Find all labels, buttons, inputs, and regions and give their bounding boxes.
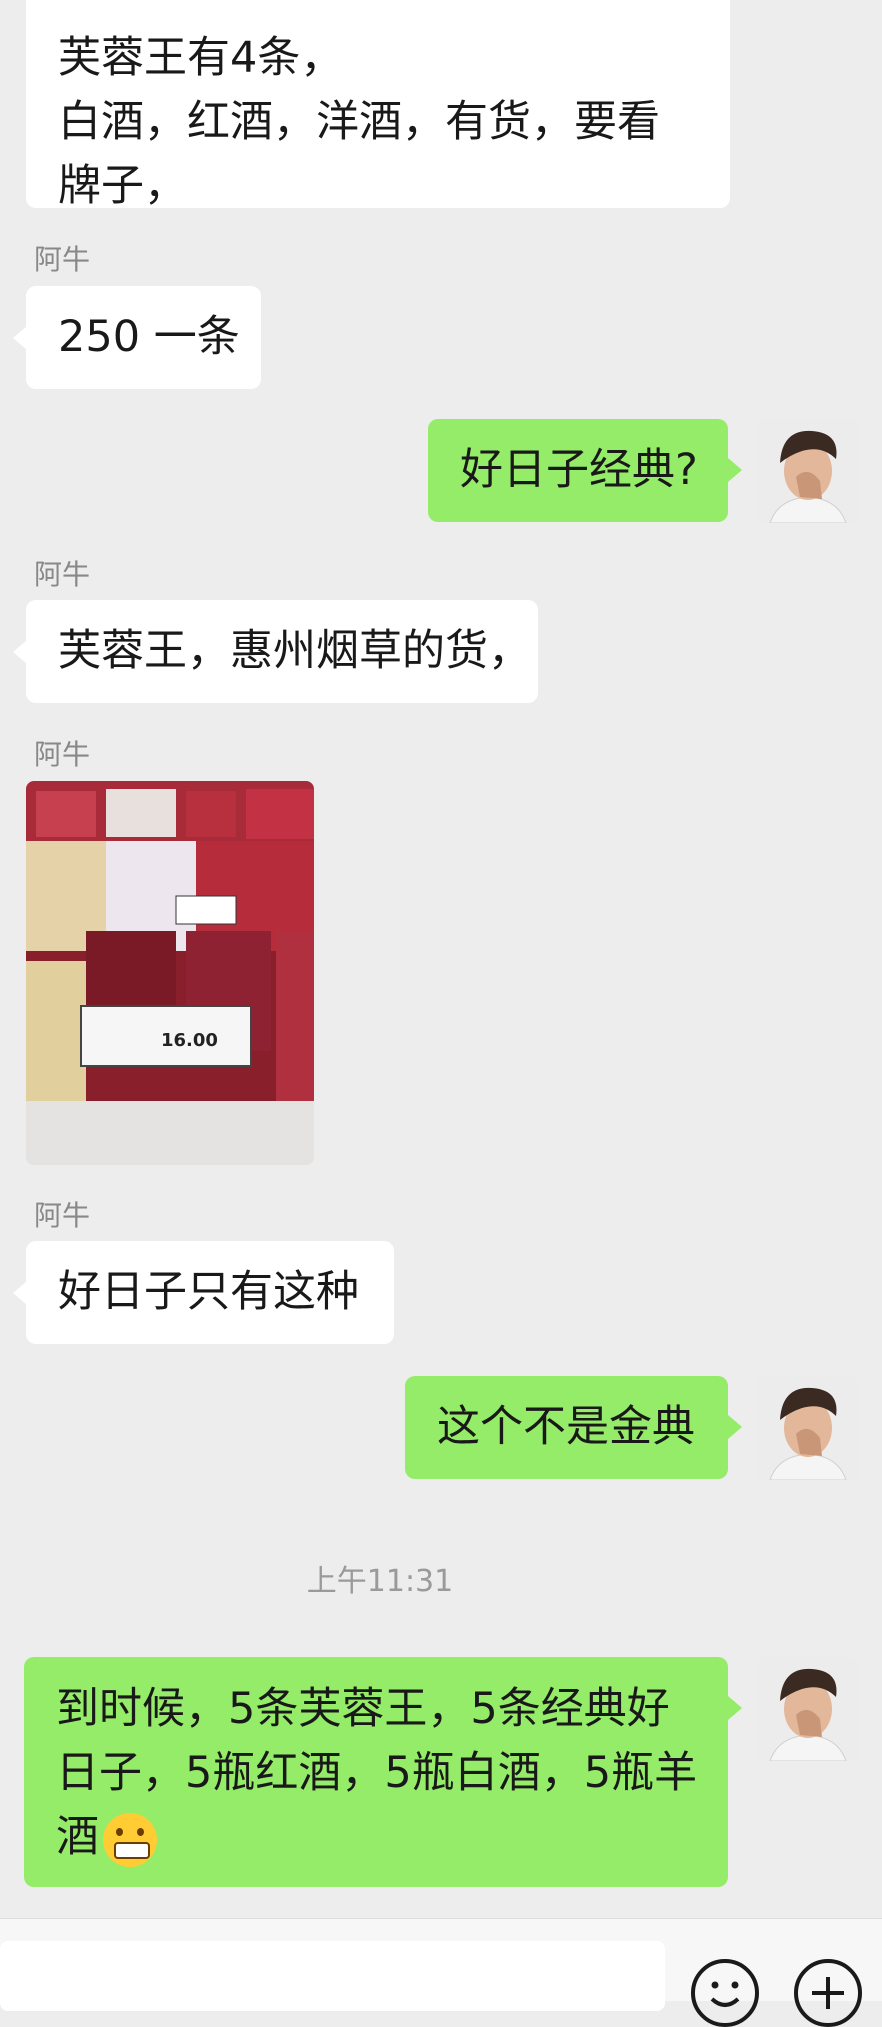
avatar[interactable] <box>756 1376 860 1480</box>
avatar-photo-icon <box>756 1376 860 1480</box>
sender-name: 阿牛 <box>34 558 91 591</box>
bubble-tail <box>13 1281 27 1305</box>
sender-name: 阿牛 <box>34 1199 91 1232</box>
message-bubble[interactable]: 250 一条 <box>26 286 261 389</box>
bubble-tail <box>728 1415 742 1439</box>
input-bar <box>0 1918 882 2027</box>
avatar-photo-icon <box>756 1657 860 1761</box>
cigarette-display-photo-icon: 16.00 <box>26 781 314 1165</box>
message-text: 芙蓉王有4条， 白酒，红酒，洋酒，有货，要看牌子， <box>58 33 660 211</box>
price-tag-text: 16.00 <box>161 1030 218 1051</box>
avatar[interactable] <box>756 1657 860 1761</box>
bubble-tail <box>13 326 27 350</box>
message-bubble[interactable]: 好日子经典? <box>428 419 728 522</box>
message-text: 好日子只有这种 <box>58 1267 359 1317</box>
bubble-tail <box>728 458 742 482</box>
plus-glyph <box>812 1977 844 2009</box>
grimacing-face-icon <box>103 1812 157 1867</box>
avatar-photo-icon <box>756 419 860 523</box>
plus-icon[interactable] <box>794 1959 862 2027</box>
message-text: 好日子经典? <box>460 445 698 495</box>
message-text: 250 一条 <box>58 312 240 362</box>
emoji-face-glyph <box>710 1981 740 2007</box>
image-message[interactable]: 16.00 <box>26 781 314 1165</box>
bubble-tail <box>728 1696 742 1720</box>
message-bubble[interactable]: 芙蓉王，惠州烟草的货， <box>26 600 538 703</box>
emoji-icon[interactable] <box>691 1959 759 2027</box>
bubble-tail <box>13 640 27 664</box>
message-text: 这个不是金典 <box>437 1402 695 1452</box>
message-input[interactable] <box>0 1941 665 2011</box>
avatar[interactable] <box>756 419 860 523</box>
message-bubble[interactable]: 芙蓉王有4条， 白酒，红酒，洋酒，有货，要看牌子， <box>26 0 730 211</box>
message-bubble[interactable]: 到时候，5条芙蓉王，5条经典好日子，5瓶红酒，5瓶白酒，5瓶羊酒 <box>24 1657 728 1887</box>
message-bubble[interactable]: 这个不是金典 <box>405 1376 728 1479</box>
sender-name: 阿牛 <box>34 243 91 276</box>
message-bubble[interactable]: 好日子只有这种 <box>26 1241 394 1344</box>
sender-name: 阿牛 <box>34 738 91 771</box>
message-text: 芙蓉王，惠州烟草的货， <box>58 626 531 676</box>
timestamp: 上午11:31 <box>306 1564 454 1599</box>
